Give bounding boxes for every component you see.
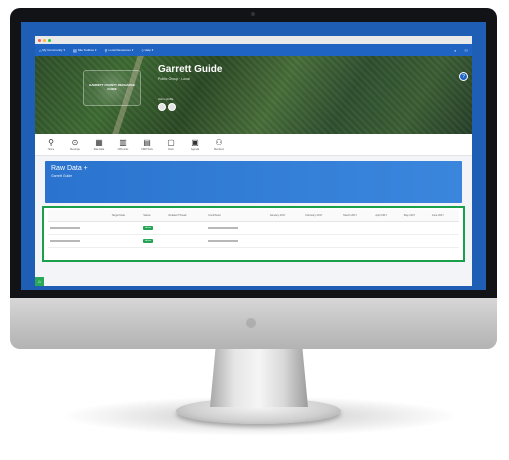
maximize-dot[interactable]	[48, 38, 51, 42]
nav-my-community[interactable]: ⌂ My Community ▾	[39, 48, 65, 53]
thread-cell[interactable]	[166, 234, 207, 248]
group-hero-banner: GARRETT COUNTY RECHARGE GUIDE Garrett Gu…	[35, 56, 472, 134]
column-header[interactable]	[48, 210, 110, 222]
month-cell	[429, 221, 459, 235]
help-icon: ?	[141, 47, 144, 53]
search-icon[interactable]: ⌕	[454, 48, 456, 53]
avatar[interactable]	[168, 103, 176, 111]
column-header[interactable]: April 2017	[373, 210, 402, 222]
status-badge: Active	[143, 239, 154, 243]
help-button[interactable]: ?	[459, 72, 468, 81]
status-badge: Active	[143, 226, 154, 230]
column-header[interactable]: Target Date	[109, 210, 142, 222]
tool-crm[interactable]: ▤ CRM Tools	[139, 137, 155, 151]
tool-members[interactable]: ⚇ Members	[211, 137, 227, 151]
column-header[interactable]: Related Thread	[166, 210, 207, 222]
column-header[interactable]: March 2017	[341, 210, 374, 222]
tool-raw-data[interactable]: ▦ Raw Data	[91, 137, 107, 151]
chevron-down-icon: ▾	[63, 48, 65, 52]
monitor-stand-neck	[210, 345, 308, 407]
column-header[interactable]: February 2017	[303, 210, 342, 222]
tool-crs[interactable]: ▥ CRS & Ex	[115, 137, 131, 151]
column-header[interactable]: June 2017	[429, 210, 459, 222]
nav-help[interactable]: ? Help ▾	[141, 48, 153, 53]
column-header[interactable]: May 2017	[401, 210, 430, 222]
chart-icon: ▥	[119, 137, 127, 147]
progress-bar	[50, 240, 80, 242]
nav-site-toolbox[interactable]: ▤ Site Toolbox ▾	[73, 48, 97, 53]
table-row[interactable]: Active	[48, 221, 459, 235]
document-icon: ▢	[167, 137, 175, 147]
camera	[251, 12, 255, 16]
thread-cell[interactable]	[166, 221, 207, 235]
month-cell	[373, 234, 402, 248]
column-header[interactable]: Status	[141, 210, 167, 222]
close-dot[interactable]	[38, 38, 41, 42]
tool-agenda[interactable]: ▣ Agenda	[187, 137, 203, 151]
contributor-cell	[206, 234, 268, 248]
join-text[interactable]: Join in profile	[158, 98, 173, 101]
month-cell	[303, 221, 342, 235]
row-title-cell[interactable]	[48, 234, 110, 248]
progress-bar	[50, 227, 80, 229]
meetings-icon: ⊙	[71, 137, 79, 147]
month-cell	[303, 234, 342, 248]
minimize-dot[interactable]	[43, 38, 46, 42]
target-date-cell	[109, 234, 142, 248]
status-cell: Active	[141, 234, 167, 248]
target-date-cell	[109, 221, 142, 235]
raw-data-panel: Raw Data + Garrett Guide	[45, 161, 462, 203]
member-avatars	[158, 103, 176, 111]
browser-window: ⌂ My Community ▾ ▤ Site Toolbox ▾ ⚲ Loca…	[35, 36, 472, 286]
members-icon: ⚇	[215, 137, 223, 147]
group-title: Garrett Guide	[158, 64, 223, 75]
month-cell	[401, 234, 430, 248]
contributor-cell	[206, 221, 268, 235]
month-cell	[341, 221, 374, 235]
row-title-cell[interactable]	[48, 221, 110, 235]
contributor-bar	[208, 240, 239, 242]
group-toolbar: ⚲ Home ⊙ Meetings ▦ Raw Data ▥ CRS & Ex …	[35, 134, 472, 156]
status-cell: Active	[141, 221, 167, 235]
map-icon: ▤	[143, 137, 151, 147]
book-icon: ▤	[72, 47, 77, 53]
group-logo: GARRETT COUNTY RECHARGE GUIDE	[83, 70, 141, 106]
chevron-down-icon: ▾	[151, 48, 154, 52]
month-cell	[267, 234, 304, 248]
tool-home[interactable]: ⚲ Home	[43, 137, 59, 151]
month-cell	[373, 221, 402, 235]
panel-title[interactable]: Raw Data +	[51, 165, 456, 172]
side-home-tab[interactable]: ⌂	[35, 277, 44, 286]
user-icon[interactable]: ⚇	[464, 48, 468, 53]
month-cell	[341, 234, 374, 248]
data-table: Target Date Status Related Thread Contri…	[48, 210, 459, 248]
pin-icon: ⚲	[104, 47, 108, 53]
column-header[interactable]: January 2017	[267, 210, 304, 222]
contributor-bar	[208, 227, 239, 229]
pin-icon: ⚲	[48, 137, 54, 147]
top-navigation: ⌂ My Community ▾ ▤ Site Toolbox ▾ ⚲ Loca…	[35, 44, 472, 56]
nav-local-resources[interactable]: ⚲ Local Resources ▾	[105, 48, 134, 53]
month-cell	[267, 221, 304, 235]
screen: ⌂ My Community ▾ ▤ Site Toolbox ▾ ⚲ Loca…	[21, 22, 486, 290]
monitor-logo	[246, 318, 256, 328]
column-header[interactable]: Contributor	[206, 210, 268, 222]
agenda-icon: ▣	[191, 137, 199, 147]
month-cell	[401, 221, 430, 235]
month-cell	[429, 234, 459, 248]
window-titlebar	[35, 36, 472, 44]
data-table-container: Target Date Status Related Thread Contri…	[42, 206, 465, 262]
tool-docs[interactable]: ▢ Docs	[163, 137, 179, 151]
table-icon: ▦	[95, 137, 103, 147]
home-icon: ⌂	[39, 47, 42, 53]
panel-subtitle: Garrett Guide	[51, 174, 73, 178]
chevron-down-icon: ▾	[131, 48, 134, 52]
group-subtitle: Public Group · Local	[158, 77, 190, 81]
table-header-row: Target Date Status Related Thread Contri…	[48, 210, 459, 222]
avatar[interactable]	[158, 103, 166, 111]
chevron-down-icon: ▾	[95, 48, 97, 52]
tool-meetings[interactable]: ⊙ Meetings	[67, 137, 83, 151]
table-row[interactable]: Active	[48, 234, 459, 248]
